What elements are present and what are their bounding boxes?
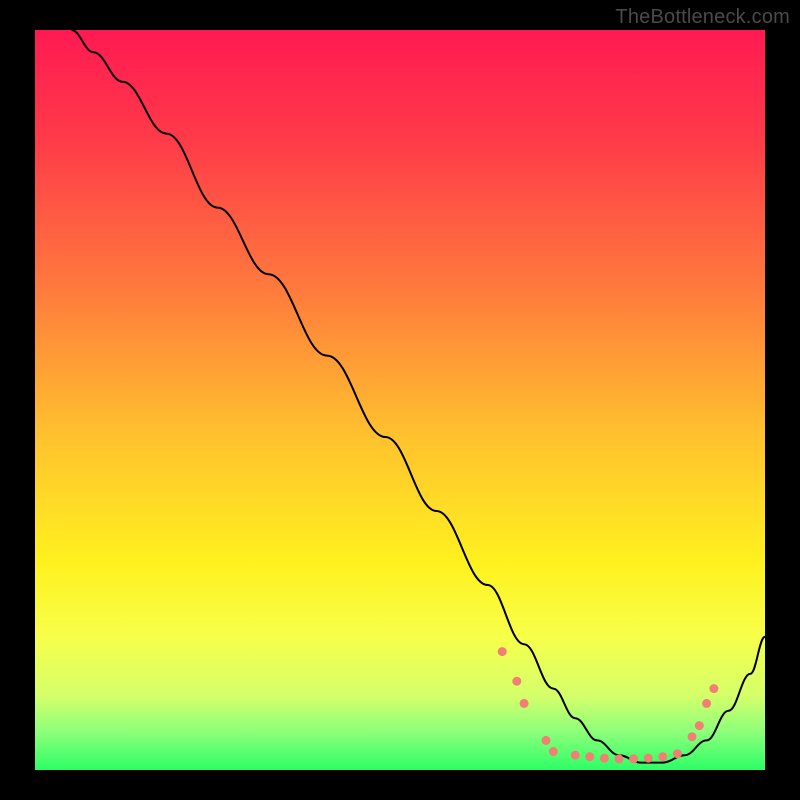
watermark-label: TheBottleneck.com (615, 6, 790, 29)
band-dot (629, 754, 638, 763)
band-dot (520, 699, 529, 708)
band-dot (709, 684, 718, 693)
band-dot (585, 752, 594, 761)
band-dot (512, 677, 521, 686)
band-dot (673, 749, 682, 758)
band-dot (542, 736, 551, 745)
band-dot (571, 751, 580, 760)
band-dot (695, 721, 704, 730)
band-dot (549, 747, 558, 756)
band-dot (600, 754, 609, 763)
band-dot (498, 647, 507, 656)
plot-area (35, 30, 765, 770)
gradient-background (35, 30, 765, 770)
band-dot (688, 732, 697, 741)
band-dot (702, 699, 711, 708)
band-dot (644, 754, 653, 763)
chart-container: TheBottleneck.com (0, 0, 800, 800)
chart-svg (35, 30, 765, 770)
band-dot (615, 754, 624, 763)
band-dot (658, 752, 667, 761)
